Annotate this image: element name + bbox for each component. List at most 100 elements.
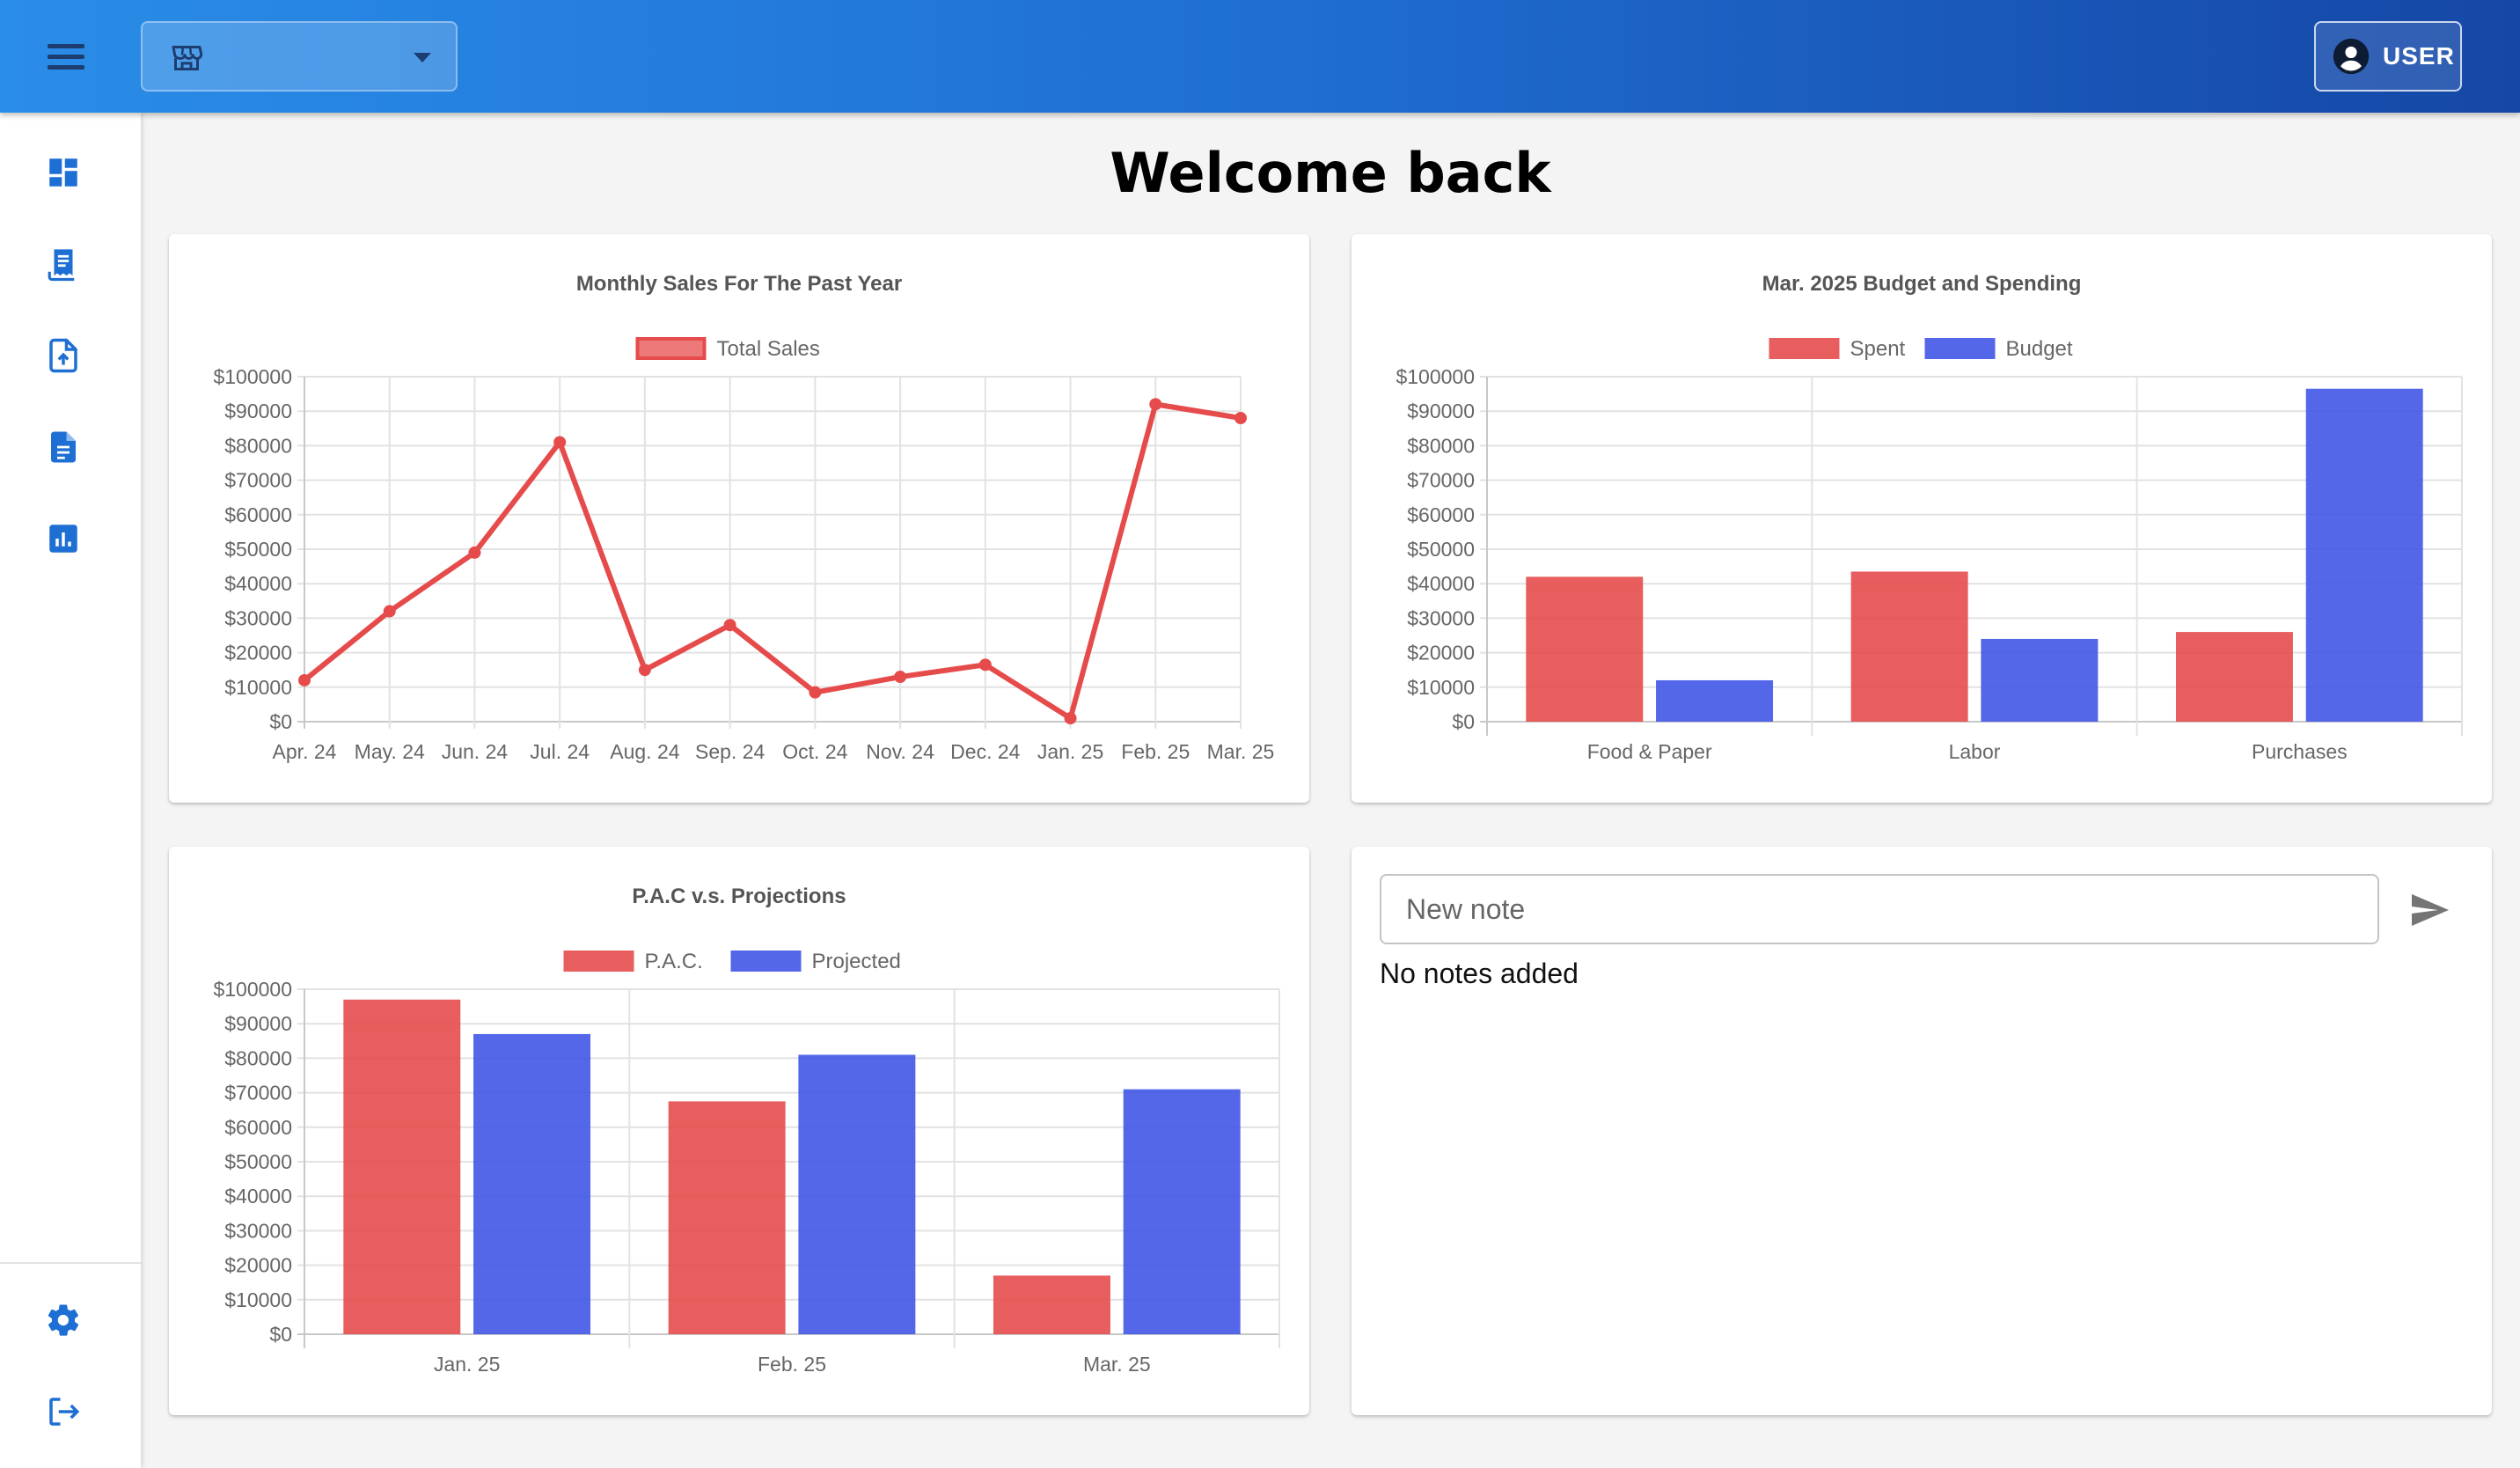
document-icon <box>51 431 76 463</box>
x-tick-label: Dec. 24 <box>950 740 1020 763</box>
y-tick-label: $80000 <box>224 434 292 457</box>
bar <box>1850 571 1968 722</box>
y-tick-label: $20000 <box>1407 642 1475 664</box>
y-tick-label: $60000 <box>224 1116 292 1139</box>
bar <box>1123 1089 1241 1334</box>
legend-label: Budget <box>2006 337 2073 361</box>
y-tick-label: $100000 <box>213 978 292 1001</box>
new-note-input[interactable] <box>1380 874 2379 944</box>
chart-title: Monthly Sales For The Past Year <box>576 272 902 296</box>
receipt-icon <box>48 249 75 282</box>
legend-label: Projected <box>812 950 901 973</box>
y-tick-label: $30000 <box>1407 606 1475 629</box>
logout-icon <box>49 1398 80 1426</box>
store-icon <box>172 46 203 70</box>
y-tick-label: $90000 <box>1407 400 1475 422</box>
page-title: Welcome back <box>1110 141 1551 205</box>
store-selector[interactable] <box>141 21 458 92</box>
y-tick-label: $100000 <box>1396 365 1475 388</box>
legend-label: P.A.C. <box>645 950 703 973</box>
empty-notes-text: No notes added <box>1380 958 1579 989</box>
send-icon <box>2412 894 2449 926</box>
y-tick-label: $40000 <box>224 1185 292 1207</box>
x-tick-label: Labor <box>1949 740 2001 763</box>
y-tick-label: $70000 <box>224 469 292 492</box>
y-tick-label: $90000 <box>224 1012 292 1035</box>
y-tick-label: $50000 <box>224 1150 292 1173</box>
user-label: USER <box>2383 42 2455 70</box>
data-point <box>468 546 481 559</box>
dashboard-icon <box>49 158 77 187</box>
x-tick-label: Mar. 25 <box>1207 740 1275 763</box>
budget-bar-chart: Mar. 2025 Budget and Spending Spent Budget… <box>1396 272 2463 763</box>
send-note-button[interactable] <box>2402 883 2457 937</box>
legend-swatch <box>1924 338 1996 359</box>
y-tick-label: $70000 <box>224 1082 292 1105</box>
analytics-icon <box>49 525 77 553</box>
x-tick-label: Jul. 24 <box>530 740 590 763</box>
data-point <box>553 436 567 449</box>
sidebar-item-logout[interactable] <box>35 1384 92 1440</box>
pac-bar-chart: P.A.C v.s. Projections P.A.C. Projected $0 $… <box>213 884 1280 1376</box>
bar <box>993 1275 1110 1334</box>
x-tick-label: Feb. 25 <box>1121 740 1190 763</box>
chevron-down-icon <box>414 53 431 62</box>
y-tick-label: $40000 <box>224 572 292 595</box>
bar <box>473 1033 591 1334</box>
y-tick-label: $60000 <box>224 503 292 526</box>
bar <box>1981 638 2099 722</box>
x-tick-label: Food & Paper <box>1587 740 1712 763</box>
sidebar-item-settings[interactable] <box>35 1292 92 1348</box>
user-button[interactable]: USER <box>2314 21 2462 92</box>
gear-icon <box>48 1304 79 1336</box>
sidebar-item-document[interactable] <box>35 419 92 475</box>
chart-title: Mar. 2025 Budget and Spending <box>1762 272 2082 296</box>
chart-title: P.A.C v.s. Projections <box>632 884 846 908</box>
x-tick-label: Sep. 24 <box>695 740 765 763</box>
x-tick-label: Oct. 24 <box>782 740 847 763</box>
bar <box>798 1054 916 1334</box>
y-tick-label: $0 <box>1452 710 1475 733</box>
legend-swatch <box>563 951 634 972</box>
data-point <box>723 619 736 632</box>
data-point <box>894 671 907 684</box>
y-tick-label: $50000 <box>224 538 292 561</box>
sidebar-item-upload[interactable] <box>35 327 92 384</box>
app-bar: USER <box>0 0 2520 113</box>
sales-line-chart: Monthly Sales For The Past Year Total Sal… <box>213 272 1275 763</box>
y-tick-label: $10000 <box>224 676 292 699</box>
legend-label: Spent <box>1850 337 1906 361</box>
bar <box>1656 679 1774 722</box>
data-point <box>638 664 651 677</box>
y-tick-label: $90000 <box>224 400 292 422</box>
sidebar-item-reports[interactable] <box>35 510 92 567</box>
data-point <box>978 658 992 672</box>
legend-label: Total Sales <box>717 337 820 361</box>
sidebar-item-receipt[interactable] <box>35 236 92 292</box>
sidebar-divider <box>0 1262 141 1264</box>
legend-swatch <box>1769 338 1840 359</box>
data-point <box>809 686 822 699</box>
y-tick-label: $20000 <box>224 642 292 664</box>
x-tick-label: Aug. 24 <box>610 740 679 763</box>
y-tick-label: $60000 <box>1407 503 1475 526</box>
series-line <box>303 401 1242 722</box>
pac-chart-card: P.A.C v.s. Projections P.A.C. Projected $0 $… <box>169 847 1309 1415</box>
y-tick-label: $80000 <box>1407 434 1475 457</box>
sidebar-item-dashboard[interactable] <box>35 144 92 201</box>
menu-button[interactable] <box>35 30 97 83</box>
data-point <box>383 605 396 618</box>
y-tick-label: $0 <box>269 710 292 733</box>
y-tick-label: $100000 <box>213 365 292 388</box>
y-tick-label: $20000 <box>224 1254 292 1277</box>
bar <box>1526 576 1644 722</box>
y-tick-label: $30000 <box>224 606 292 629</box>
y-tick-label: $30000 <box>224 1219 292 1242</box>
sidebar <box>0 113 141 1468</box>
data-point <box>1064 712 1077 725</box>
legend-swatch <box>730 951 802 972</box>
y-tick-label: $80000 <box>224 1046 292 1069</box>
x-tick-label: Nov. 24 <box>866 740 934 763</box>
sales-chart-card: Monthly Sales For The Past Year Total Sal… <box>169 234 1309 803</box>
y-tick-label: $10000 <box>1407 676 1475 699</box>
